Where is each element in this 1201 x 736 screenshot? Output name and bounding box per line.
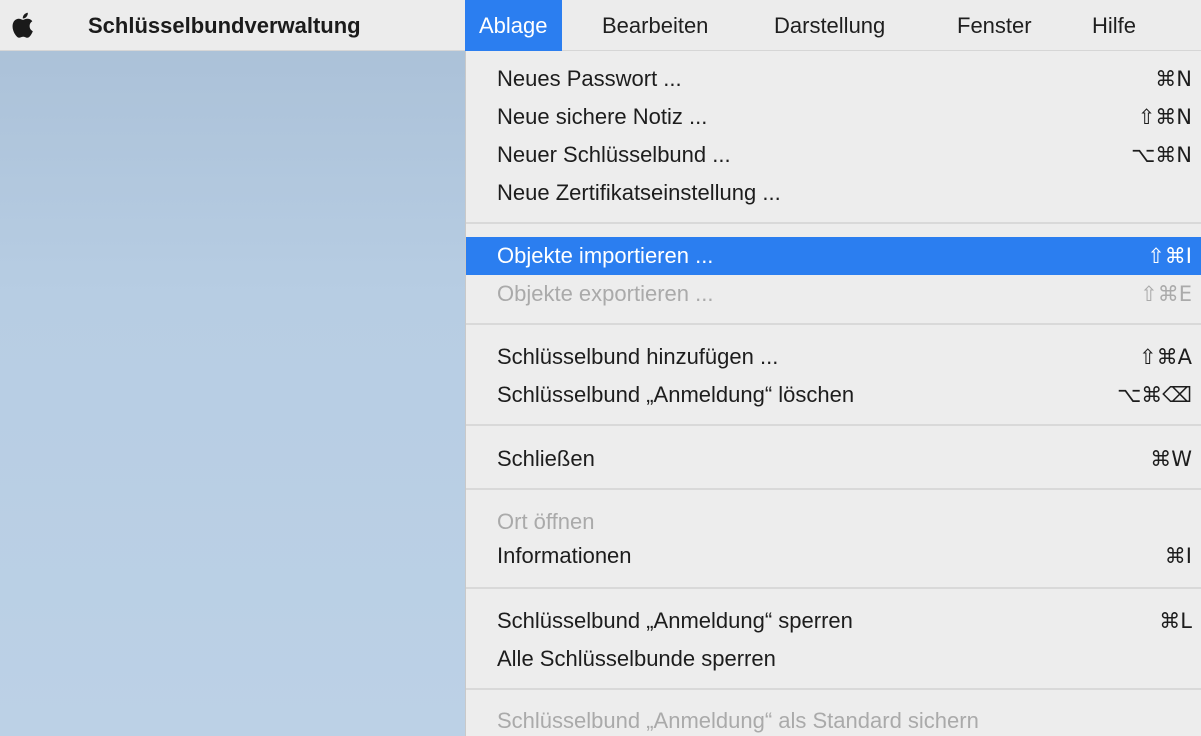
menu-item-label: Schlüsselbund „Anmeldung“ als Standard s… bbox=[497, 708, 979, 733]
menu-item-label: Neue Zertifikatseinstellung ... bbox=[497, 180, 781, 205]
menu-item-shortcut: ⌥⌘N bbox=[1131, 143, 1192, 167]
menu-item-alle-schluesselbunde-sperren[interactable]: Alle Schlüsselbunde sperren bbox=[466, 640, 1201, 678]
menu-bar: Schlüsselbundverwaltung Ablage Bearbeite… bbox=[0, 0, 1201, 51]
menu-item-neues-passwort[interactable]: Neues Passwort ... ⌘N bbox=[466, 60, 1201, 98]
menu-item-shortcut: ⌘L bbox=[1159, 609, 1192, 633]
menu-item-shortcut: ⇧⌘A bbox=[1139, 345, 1192, 369]
menu-item-label: Schlüsselbund „Anmeldung“ sperren bbox=[497, 608, 853, 633]
desktop-background bbox=[0, 51, 465, 736]
menu-item-label: Objekte exportieren ... bbox=[497, 281, 714, 306]
menu-item-als-standard-sichern: Schlüsselbund „Anmeldung“ als Standard s… bbox=[466, 702, 1201, 736]
menu-item-schluesselbund-loeschen[interactable]: Schlüsselbund „Anmeldung“ löschen ⌥⌘⌫ bbox=[466, 376, 1201, 414]
menu-item-neue-zertifikatseinstellung[interactable]: Neue Zertifikatseinstellung ... bbox=[466, 174, 1201, 212]
menu-separator bbox=[466, 488, 1201, 490]
menu-item-schluesselbund-sperren[interactable]: Schlüsselbund „Anmeldung“ sperren ⌘L bbox=[466, 602, 1201, 640]
apple-logo-icon[interactable] bbox=[10, 10, 38, 40]
menu-item-label: Objekte importieren ... bbox=[497, 243, 714, 268]
menu-bearbeiten[interactable]: Bearbeiten bbox=[588, 0, 722, 51]
menu-separator bbox=[466, 323, 1201, 325]
menu-darstellung[interactable]: Darstellung bbox=[760, 0, 899, 51]
menu-item-schliessen[interactable]: Schließen ⌘W bbox=[466, 440, 1201, 478]
menu-item-shortcut: ⌘I bbox=[1164, 544, 1192, 568]
menu-item-ort-oeffnen: Ort öffnen bbox=[466, 503, 1201, 541]
ablage-dropdown-menu: Neues Passwort ... ⌘N Neue sichere Notiz… bbox=[465, 51, 1201, 736]
menu-item-label: Neues Passwort ... bbox=[497, 66, 682, 91]
app-name-menu[interactable]: Schlüsselbundverwaltung bbox=[88, 0, 361, 51]
menu-item-label: Schlüsselbund „Anmeldung“ löschen bbox=[497, 382, 855, 407]
menu-item-shortcut: ⌘W bbox=[1150, 447, 1192, 471]
menu-item-neuer-schluesselbund[interactable]: Neuer Schlüsselbund ... ⌥⌘N bbox=[466, 136, 1201, 174]
menu-item-label: Alle Schlüsselbunde sperren bbox=[497, 646, 776, 671]
menu-item-label: Neue sichere Notiz ... bbox=[497, 104, 708, 129]
menu-item-objekte-importieren[interactable]: Objekte importieren ... ⇧⌘I bbox=[466, 237, 1201, 275]
menu-item-label: Schließen bbox=[497, 446, 595, 471]
menu-item-neue-sichere-notiz[interactable]: Neue sichere Notiz ... ⇧⌘N bbox=[466, 98, 1201, 136]
menu-ablage[interactable]: Ablage bbox=[465, 0, 562, 51]
menu-item-shortcut: ⇧⌘E bbox=[1140, 282, 1192, 306]
menu-item-shortcut: ⌥⌘⌫ bbox=[1117, 383, 1192, 407]
menu-item-shortcut: ⌘N bbox=[1155, 67, 1192, 91]
menu-item-schluesselbund-hinzufuegen[interactable]: Schlüsselbund hinzufügen ... ⇧⌘A bbox=[466, 338, 1201, 376]
menu-fenster[interactable]: Fenster bbox=[943, 0, 1046, 51]
menu-separator bbox=[466, 424, 1201, 426]
menu-item-informationen[interactable]: Informationen ⌘I bbox=[466, 537, 1201, 575]
menu-item-label: Schlüsselbund hinzufügen ... bbox=[497, 344, 779, 369]
menu-item-shortcut: ⇧⌘N bbox=[1137, 105, 1192, 129]
menu-item-objekte-exportieren: Objekte exportieren ... ⇧⌘E bbox=[466, 275, 1201, 313]
menu-separator bbox=[466, 222, 1201, 224]
menu-item-label: Informationen bbox=[497, 543, 632, 568]
menu-separator bbox=[466, 587, 1201, 589]
menu-separator bbox=[466, 688, 1201, 690]
menu-item-label: Ort öffnen bbox=[497, 509, 595, 534]
menu-hilfe[interactable]: Hilfe bbox=[1078, 0, 1150, 51]
menu-item-shortcut: ⇧⌘I bbox=[1147, 244, 1192, 268]
menu-item-label: Neuer Schlüsselbund ... bbox=[497, 142, 731, 167]
